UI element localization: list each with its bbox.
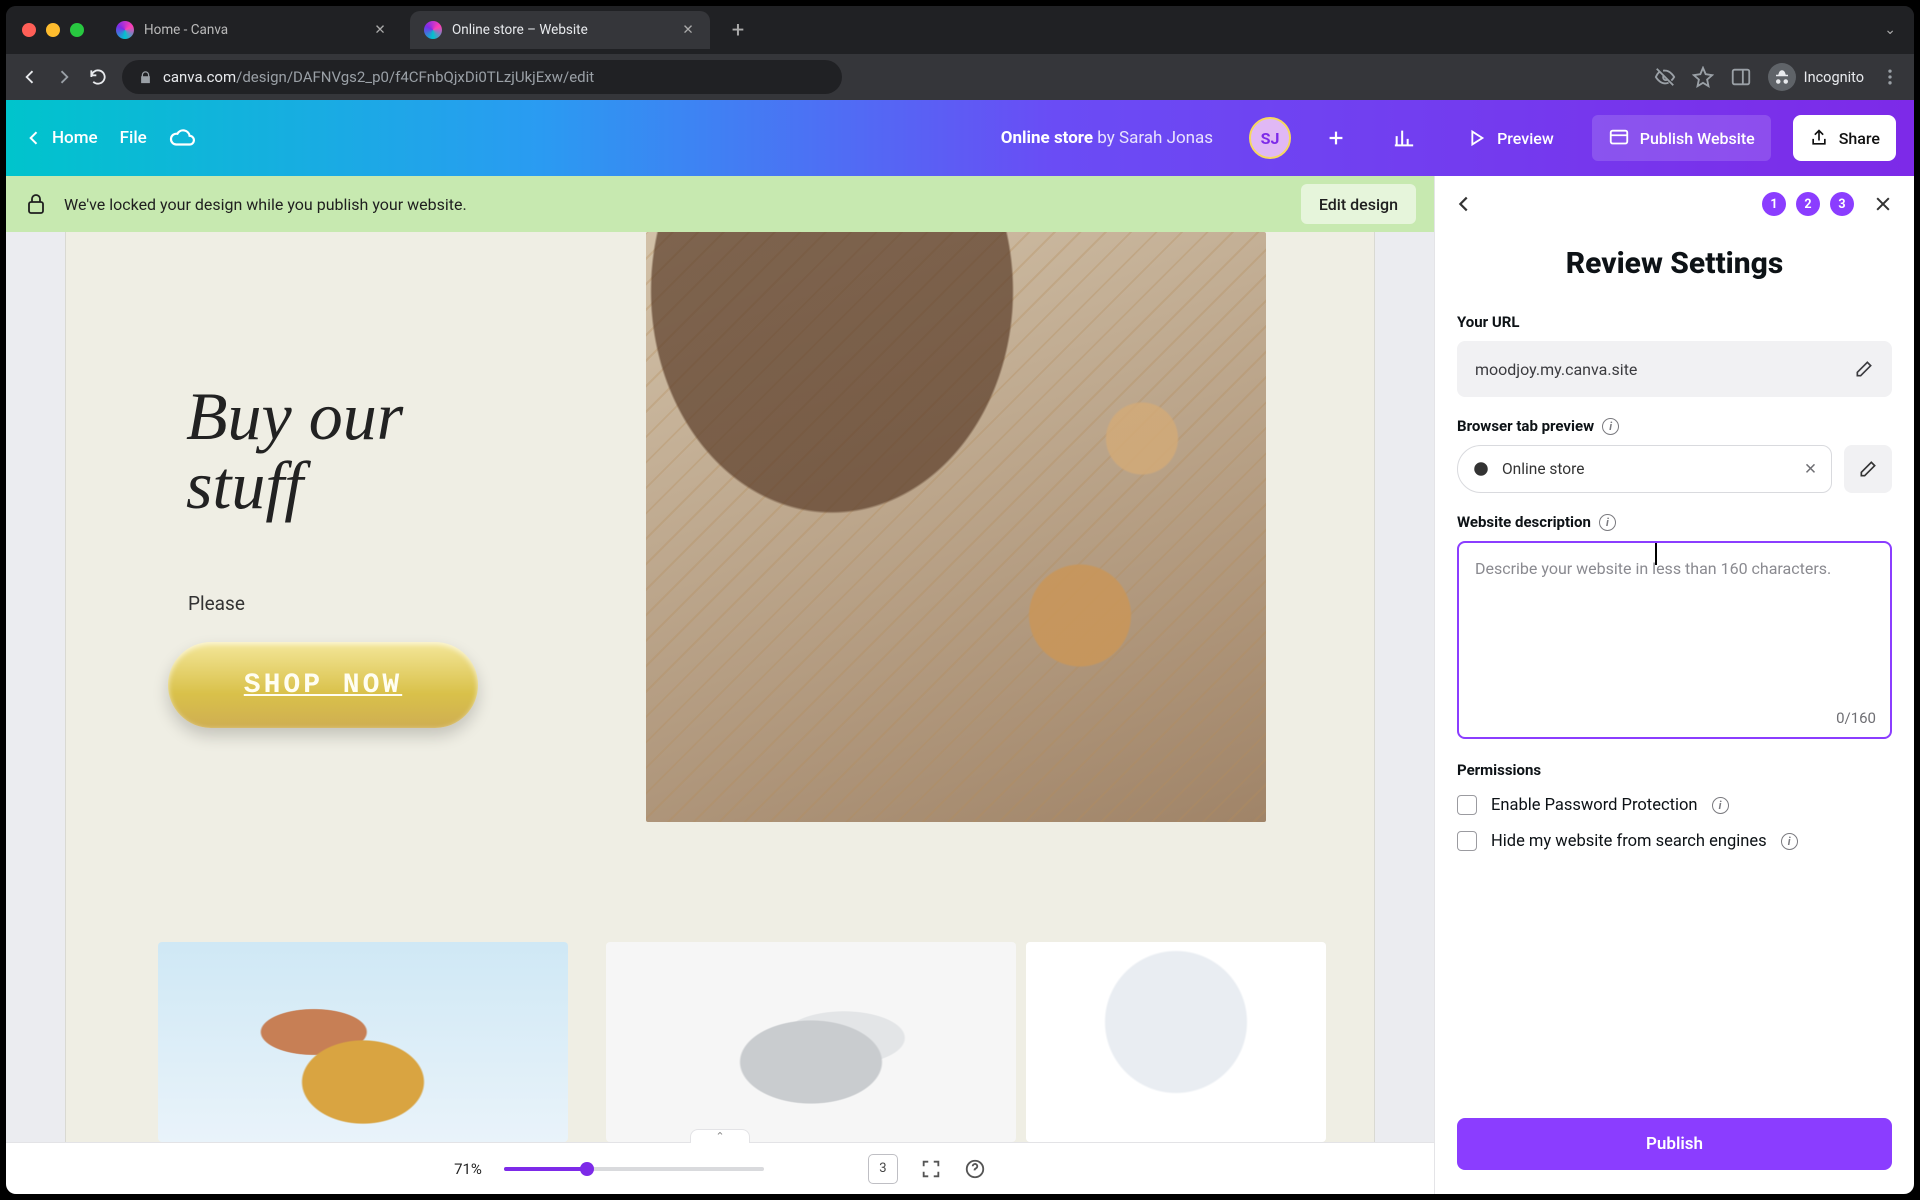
kebab-menu-icon[interactable] (1880, 67, 1900, 87)
info-icon[interactable]: i (1712, 797, 1729, 814)
zoom-level: 71% (454, 1160, 482, 1178)
lock-message: We've locked your design while you publi… (64, 195, 467, 214)
cloud-sync-icon[interactable] (169, 125, 195, 151)
expand-pages-handle[interactable]: ⌃ (690, 1129, 750, 1143)
tab-title: Home - Canva (144, 22, 228, 38)
url-field: moodjoy.my.canva.site (1457, 341, 1892, 397)
browser-tab-home[interactable]: Home - Canva ✕ (102, 11, 402, 49)
website-page: Buy our stuff Please SHOP NOW (66, 232, 1374, 1142)
canva-favicon-icon (116, 21, 134, 39)
hide-from-search-option[interactable]: Hide my website from search engines i (1457, 831, 1892, 851)
new-tab-button[interactable]: + (724, 16, 752, 44)
window-max-dot[interactable] (70, 23, 84, 37)
lock-icon (138, 70, 153, 85)
your-url-label: Your URL (1457, 313, 1892, 331)
tab-overflow-icon[interactable]: ⌄ (1884, 22, 1896, 38)
tab-preview-value: Online store (1502, 460, 1584, 478)
favicon-icon (1472, 460, 1490, 478)
nav-forward-button[interactable] (54, 67, 74, 87)
help-icon[interactable] (964, 1158, 986, 1180)
incognito-icon (1768, 63, 1796, 91)
fullscreen-icon[interactable] (920, 1158, 942, 1180)
eye-off-icon[interactable] (1654, 66, 1676, 88)
panel-icon[interactable] (1730, 66, 1752, 88)
avatar[interactable]: SJ (1249, 117, 1291, 159)
hero-image (646, 232, 1266, 822)
url-text: canva.com/design/DAFNVgs2_p0/f4CFnbQjxDi… (163, 68, 594, 86)
product-image (1026, 942, 1326, 1142)
window-min-dot[interactable] (46, 23, 60, 37)
close-icon[interactable]: ✕ (372, 22, 388, 38)
publish-website-button[interactable]: Publish Website (1592, 115, 1771, 161)
analytics-button[interactable] (1381, 115, 1427, 161)
info-icon[interactable]: i (1602, 418, 1619, 435)
tab-preview-chip: Online store ✕ (1457, 445, 1832, 493)
canva-favicon-icon (424, 21, 442, 39)
product-image (606, 942, 1016, 1142)
profile-incognito[interactable]: Incognito (1768, 63, 1864, 91)
checkbox[interactable] (1457, 831, 1477, 851)
tab-title: Online store – Website (452, 22, 588, 38)
browser-toolbar: canva.com/design/DAFNVgs2_p0/f4CFnbQjxDi… (6, 54, 1914, 100)
design-canvas[interactable]: Buy our stuff Please SHOP NOW (6, 232, 1434, 1142)
canva-header: Home File Online store by Sarah Jonas SJ… (6, 100, 1914, 176)
description-textarea[interactable]: Describe your website in less than 160 c… (1457, 541, 1892, 739)
document-title[interactable]: Online store by Sarah Jonas (1001, 128, 1213, 148)
star-icon[interactable] (1692, 66, 1714, 88)
nav-reload-button[interactable] (88, 67, 108, 87)
publish-steps: 1 2 3 (1762, 192, 1854, 216)
panel-title: Review Settings (1435, 232, 1914, 303)
zoom-slider[interactable] (504, 1167, 764, 1171)
file-menu[interactable]: File (120, 128, 147, 148)
step-badge: 2 (1796, 192, 1820, 216)
edit-design-button[interactable]: Edit design (1301, 184, 1416, 224)
subheadline-text: Please (188, 592, 245, 615)
shop-now-button: SHOP NOW (168, 642, 478, 728)
publish-button[interactable]: Publish (1457, 1118, 1892, 1170)
permissions-label: Permissions (1457, 761, 1892, 779)
publish-settings-panel: 1 2 3 Review Settings Your URL moodjoy.m… (1434, 176, 1914, 1194)
headline-text: Buy our stuff (186, 382, 403, 521)
browser-tab-design[interactable]: Online store – Website ✕ (410, 11, 710, 49)
browser-tab-strip: Home - Canva ✕ Online store – Website ✕ … (6, 6, 1914, 54)
step-badge: 3 (1830, 192, 1854, 216)
address-bar[interactable]: canva.com/design/DAFNVgs2_p0/f4CFnbQjxDi… (122, 60, 842, 94)
zoom-toolbar: ⌃ 71% 3 (6, 1142, 1434, 1194)
lock-icon (24, 192, 48, 216)
info-icon[interactable]: i (1599, 514, 1616, 531)
checkbox[interactable] (1457, 795, 1477, 815)
info-icon[interactable]: i (1781, 833, 1798, 850)
window-close-dot[interactable] (22, 23, 36, 37)
page-count-button[interactable]: 3 (868, 1154, 898, 1184)
url-value: moodjoy.my.canva.site (1475, 360, 1637, 379)
tab-preview-label: Browser tab previewi (1457, 417, 1892, 435)
publish-lock-banner: We've locked your design while you publi… (6, 176, 1434, 232)
text-cursor-icon (1655, 543, 1657, 565)
edit-tab-preview-button[interactable] (1844, 445, 1892, 493)
password-protection-option[interactable]: Enable Password Protection i (1457, 795, 1892, 815)
home-button[interactable]: Home (24, 128, 98, 148)
share-button[interactable]: Share (1793, 115, 1896, 161)
step-badge: 1 (1762, 192, 1786, 216)
description-counter: 0/160 (1836, 709, 1876, 727)
description-label: Website descriptioni (1457, 513, 1892, 531)
add-collaborator-button[interactable] (1313, 115, 1359, 161)
nav-back-button[interactable] (20, 67, 40, 87)
close-icon[interactable]: ✕ (680, 22, 696, 38)
clear-icon[interactable]: ✕ (1804, 460, 1817, 478)
preview-button[interactable]: Preview (1449, 115, 1570, 161)
close-panel-button[interactable] (1870, 191, 1896, 217)
window-traffic-lights (22, 23, 84, 37)
edit-url-button[interactable] (1854, 359, 1874, 379)
panel-back-button[interactable] (1453, 193, 1475, 215)
product-image (158, 942, 568, 1142)
